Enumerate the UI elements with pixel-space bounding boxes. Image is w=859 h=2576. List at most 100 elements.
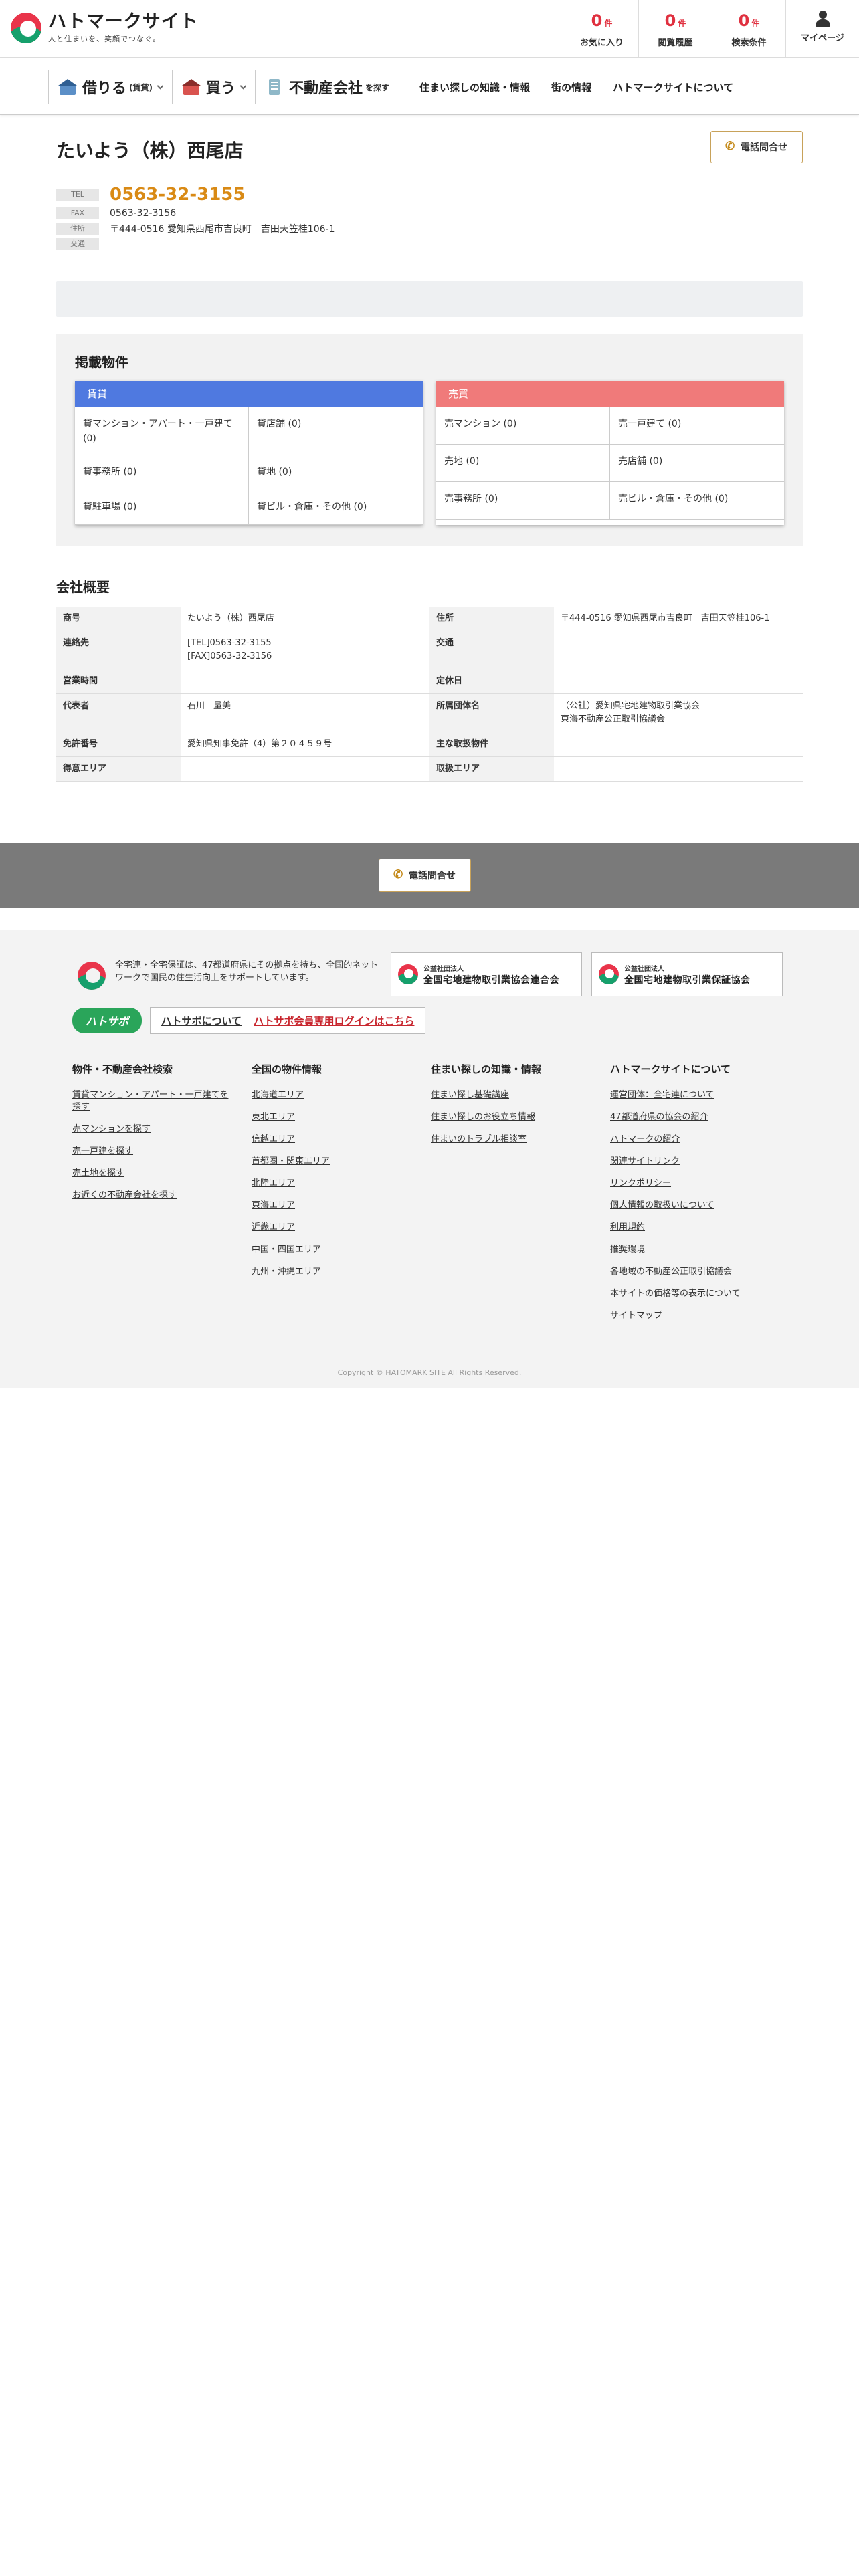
footer-link[interactable]: 住まい探しのお役立ち情報 [431,1111,591,1123]
assoc2-sub: 公益社団法人 [624,965,664,973]
favorites-counter[interactable]: 0件 お気に入り [565,0,638,58]
fax-label: FAX [56,207,99,219]
footer-link[interactable]: 住まいのトラブル相談室 [431,1134,591,1146]
footer-link[interactable]: 東海エリア [252,1200,412,1212]
footer-link[interactable]: 東北エリア [252,1111,412,1123]
assoc-banner-zentakuren[interactable]: 公益社団法人 全国宅地建物取引業協会連合会 [391,952,582,996]
nav-buy-label: 買う [206,80,236,97]
phone-icon [393,868,403,881]
overview-value [554,631,803,669]
phone-inquiry-button[interactable]: 電話問合せ [710,131,803,163]
phone-icon [725,140,735,153]
footer-link[interactable]: ハトマークの紹介 [610,1134,771,1146]
footer-column-title: 住まい探しの知識・情報 [431,1063,542,1075]
zentaku-logo-icon [78,962,106,990]
rent-listing-item[interactable]: 貸ビル・倉庫・その他 (0) [249,490,423,525]
tel-number[interactable]: 0563-32-3155 [110,185,246,205]
company-contact-info: TEL 0563-32-3155 FAX 0563-32-3156 住所 〒44… [56,185,803,265]
footer-link[interactable]: サイトマップ [610,1310,771,1322]
access-label: 交通 [56,238,99,250]
sale-listing-item[interactable]: 売マンション (0) [436,407,610,445]
overview-table: 商号 たいよう（株）西尾店 住所 〒444-0516 愛知県西尾市吉良町 吉田天笠桂1… [56,607,803,782]
bottom-phone-inquiry-button[interactable]: 電話問合せ [379,859,471,892]
footer-column-title: 物件・不動産会社検索 [72,1063,173,1075]
site-header: ハトマークサイト 人と住まいを、笑顔でつなぐ。 0件 お気に入り 0件 閲覧履歴… [0,0,859,58]
buy-house-icon [182,79,201,95]
sale-listing-item[interactable]: 売店舗 (0) [610,445,784,482]
overview-key: 営業時間 [56,669,181,694]
sale-listing-item[interactable]: 売事務所 (0) [436,482,610,520]
rent-listing-item[interactable]: 貸マンション・アパート・一戸建て (0) [75,407,249,455]
footer-link[interactable]: 売土地を探す [72,1168,233,1180]
history-counter[interactable]: 0件 閲覧履歴 [638,0,712,58]
footer-link[interactable]: 北海道エリア [252,1089,412,1101]
footer-link[interactable]: 推奨環境 [610,1244,771,1256]
sale-listing-item[interactable]: 売ビル・倉庫・その他 (0) [610,482,784,520]
footer-link[interactable]: 運営団体：全宅連について [610,1089,771,1101]
assoc-banner-hosho[interactable]: 公益社団法人 全国宅地建物取引業保証協会 [591,952,783,996]
footer-link[interactable]: 北陸エリア [252,1178,412,1190]
overview-key: 商号 [56,607,181,631]
overview-key: 得意エリア [56,756,181,782]
rent-listing-item[interactable]: 貸駐車場 (0) [75,490,249,525]
site-logo[interactable]: ハトマークサイト 人と住まいを、笑顔でつなぐ。 [11,12,199,44]
footer-link[interactable]: 住まい探し基礎講座 [431,1089,591,1101]
footer-link[interactable]: 各地域の不動産公正取引協議会 [610,1266,771,1278]
footer-link[interactable]: 売一戸建を探す [72,1146,233,1158]
footer-link[interactable]: 九州・沖縄エリア [252,1266,412,1278]
rent-listing-item[interactable]: 貸事務所 (0) [75,455,249,490]
overview-row: 連絡先 [TEL]0563-32-3155 [FAX]0563-32-3156 交通 [56,631,803,669]
footer-link[interactable]: 本サイトの価格等の表示について [610,1288,771,1300]
overview-value [554,756,803,782]
rent-card-header: 賃貸 [75,381,423,407]
footer-column: 全国の物件情報 北海道エリア 東北エリア 信越エリア 首都圏・関東エリア 北陸エリア 東海エ… [252,1062,431,1332]
hatosapo-about-link[interactable]: ハトサポについて [161,1014,242,1028]
hatosapo-login-link[interactable]: ハトサポ会員専用ログインはこちら [254,1014,414,1028]
nav-link-knowledge[interactable]: 住まい探しの知識・情報 [419,80,530,94]
count-unit: 件 [604,19,613,28]
overview-key: 所属団体名 [430,693,554,732]
chevron-down-icon [240,82,247,89]
address-value: 〒444-0516 愛知県西尾市吉良町 吉田天笠桂106-1 [110,224,335,235]
sale-listing-item[interactable]: 売一戸建て (0) [610,407,784,445]
nav-agency-label: 不動産会社 [289,80,363,97]
building-icon [265,79,284,95]
nav-agency-sub: を探す [365,82,390,92]
footer-link[interactable]: 関連サイトリンク [610,1156,771,1168]
logo-tagline: 人と住まいを、笑顔でつなぐ。 [48,35,161,43]
footer-link[interactable]: 近畿エリア [252,1222,412,1234]
footer-link[interactable]: 利用規約 [610,1222,771,1234]
rent-listing-item[interactable]: 貸地 (0) [249,455,423,490]
rent-listing-item[interactable]: 貸店舗 (0) [249,407,423,455]
footer-link[interactable]: リンクポリシー [610,1178,771,1190]
footer-link[interactable]: 売マンションを探す [72,1123,233,1136]
footer-link[interactable]: 47都道府県の協会の紹介 [610,1111,771,1123]
footer-link[interactable]: 賃貸マンション・アパート・一戸建てを探す [72,1089,233,1113]
company-overview: 会社概要 商号 たいよう（株）西尾店 住所 〒444-0516 愛知県西尾市吉良町 吉… [56,576,803,782]
nav-link-town[interactable]: 街の情報 [551,80,591,94]
saved-search-counter[interactable]: 0件 検索条件 [712,0,785,58]
bottom-cta-bar: 電話問合せ [0,843,859,908]
overview-value: [TEL]0563-32-3155 [FAX]0563-32-3156 [181,631,430,669]
nav-buy[interactable]: 買う [172,70,255,104]
hatosapo-logo[interactable]: ハトサポ [72,1008,142,1033]
overview-row: 商号 たいよう（株）西尾店 住所 〒444-0516 愛知県西尾市吉良町 吉田天笠桂1… [56,607,803,631]
nav-agency[interactable]: 不動産会社 を探す [255,70,399,104]
footer-link[interactable]: お近くの不動産会社を探す [72,1190,233,1202]
user-icon [815,11,831,27]
footer-link[interactable]: 信越エリア [252,1134,412,1146]
site-footer: 全宅連・全宅保証は、47都道府県にその拠点を持ち、全国的ネットワークで国民の住生… [0,930,859,1388]
footer-link[interactable]: 首都圏・関東エリア [252,1156,412,1168]
hatomark-logo-icon [11,13,41,43]
nav-rent[interactable]: 借りる (賃貸) [48,70,172,104]
nav-link-about[interactable]: ハトマークサイトについて [613,80,733,94]
footer-description: 全宅連・全宅保証は、47都道府県にその拠点を持ち、全国的ネットワークで国民の住生… [115,960,379,983]
rent-house-icon [58,79,77,95]
overview-value: 愛知県知事免許（4）第２０４５９号 [181,732,430,757]
footer-link[interactable]: 個人情報の取扱いについて [610,1200,771,1212]
overview-key: 代表者 [56,693,181,732]
sale-listing-item[interactable]: 売地 (0) [436,445,610,482]
overview-value [554,732,803,757]
mypage-button[interactable]: マイページ [785,0,859,58]
footer-link[interactable]: 中国・四国エリア [252,1244,412,1256]
